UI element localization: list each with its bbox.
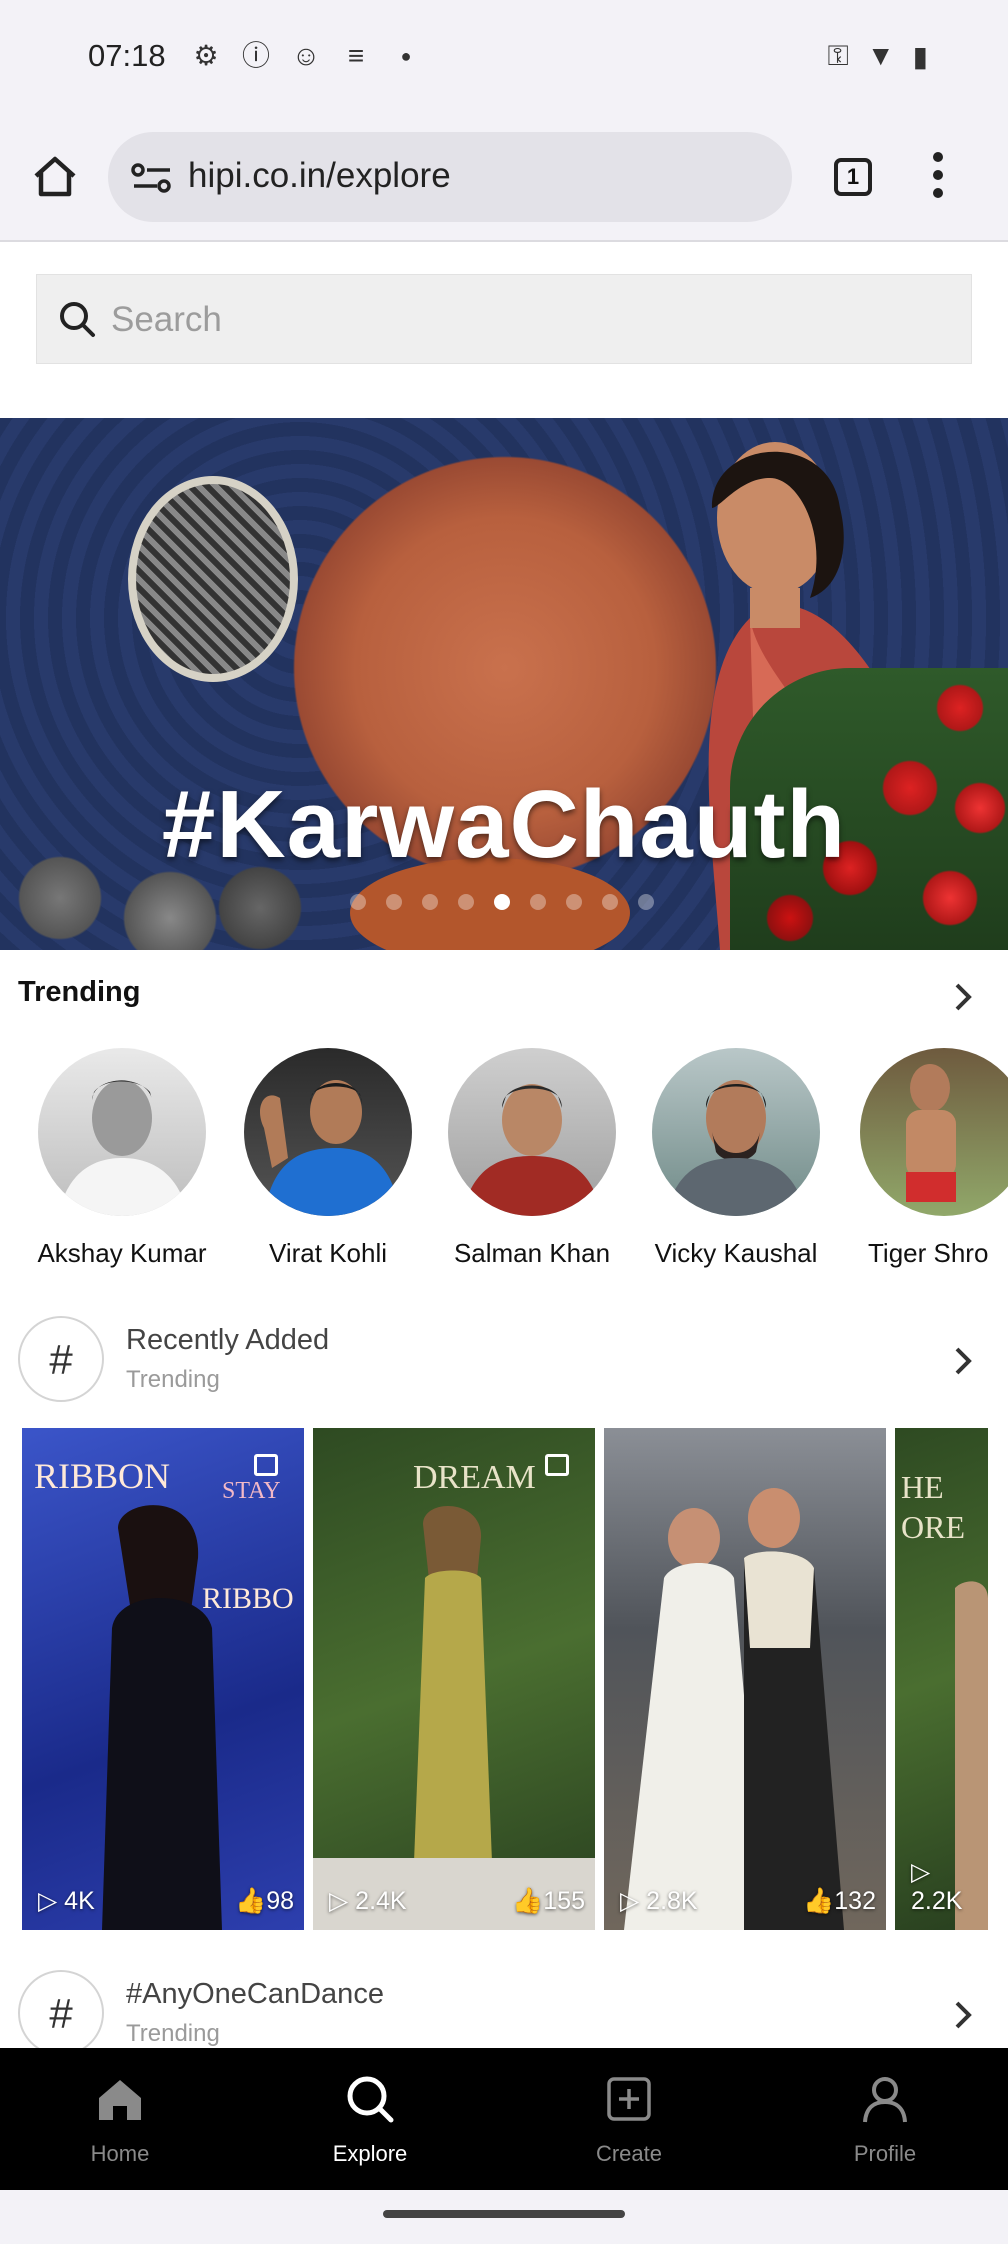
carousel-dots bbox=[350, 894, 654, 910]
creator-name: Tiger Shro bbox=[868, 1238, 989, 1268]
status-system-icons: ⚿ ▼ ▮ bbox=[828, 40, 928, 73]
video-thumbnail[interactable]: DREAM ▷ 2.4K 👍155 bbox=[313, 1428, 595, 1930]
nav-label: Create bbox=[595, 2141, 663, 2166]
shopping-bag-icon bbox=[254, 1454, 278, 1476]
plus-square-icon bbox=[607, 2077, 651, 2121]
nav-profile[interactable]: Profile bbox=[815, 2072, 955, 2167]
bottom-navigation: Home Explore Create Profile bbox=[0, 2048, 1008, 2190]
carousel-dot[interactable] bbox=[566, 894, 582, 910]
svg-text:STAY: STAY bbox=[222, 1478, 281, 1504]
hashtag-icon: # bbox=[18, 1316, 104, 1402]
signal-app-icon: ≡ bbox=[347, 40, 365, 71]
svg-text:RIBBON: RIBBON bbox=[34, 1456, 170, 1496]
svg-text:ORE: ORE bbox=[901, 1509, 965, 1545]
status-notification-icons: ⚙ ⓘ ☺ ≡ ● bbox=[190, 40, 422, 72]
site-settings-icon[interactable] bbox=[130, 162, 174, 194]
carousel-dot[interactable] bbox=[638, 894, 654, 910]
nav-create[interactable]: Create bbox=[559, 2072, 699, 2167]
creator-name: Virat Kohli bbox=[268, 1238, 388, 1268]
carousel-dot[interactable] bbox=[494, 894, 510, 910]
creator-salman-khan[interactable]: Salman Khan bbox=[432, 1048, 632, 1269]
browser-menu-icon[interactable] bbox=[930, 152, 946, 204]
section-title: #AnyOneCanDance bbox=[126, 1978, 384, 2010]
video-thumbnail[interactable]: RIBBON STAY RIBBO ▷ 4K 👍98 bbox=[22, 1428, 304, 1930]
carousel-dot[interactable] bbox=[602, 894, 618, 910]
search-input[interactable] bbox=[109, 289, 933, 351]
hero-banner[interactable]: #KarwaChauth bbox=[0, 418, 1008, 950]
trending-title: Trending bbox=[18, 976, 141, 1008]
dot-icon: ● bbox=[400, 46, 412, 66]
hashtag-icon: # bbox=[18, 1970, 104, 2056]
sieve-illustration bbox=[128, 476, 298, 682]
trending-chevron-right-icon[interactable] bbox=[954, 982, 972, 1012]
chevron-right-icon[interactable] bbox=[954, 2000, 972, 2030]
video-likes: 👍132 bbox=[803, 1887, 876, 1915]
nav-label: Profile bbox=[853, 2141, 917, 2166]
info-icon: ⓘ bbox=[241, 40, 270, 71]
video-thumbnail[interactable]: HE ORE ▷ 2.2K bbox=[895, 1428, 988, 1930]
avatar bbox=[448, 1048, 616, 1216]
creator-virat-kohli[interactable]: Virat Kohli bbox=[228, 1048, 428, 1269]
video-views: ▷ 2.2K bbox=[911, 1858, 963, 1915]
vpn-key-icon: ⚿ bbox=[827, 40, 849, 71]
video-likes: 👍98 bbox=[235, 1887, 294, 1915]
gesture-handle[interactable] bbox=[383, 2210, 625, 2218]
svg-text:HE: HE bbox=[901, 1469, 944, 1505]
section-title: Recently Added bbox=[126, 1324, 330, 1356]
browser-toolbar: hipi.co.in/explore 1 bbox=[0, 116, 1008, 242]
video-likes: 👍155 bbox=[512, 1887, 585, 1915]
battery-icon: ▮ bbox=[912, 41, 928, 72]
carousel-dot[interactable] bbox=[458, 894, 474, 910]
search-icon bbox=[347, 2076, 394, 2123]
shopping-bag-icon bbox=[545, 1454, 569, 1476]
avatar bbox=[652, 1048, 820, 1216]
svg-text:RIBBO: RIBBO bbox=[202, 1582, 294, 1615]
avatar bbox=[244, 1048, 412, 1216]
nav-explore[interactable]: Explore bbox=[300, 2072, 440, 2167]
creator-name: Akshay Kumar bbox=[37, 1238, 207, 1268]
gesture-bar bbox=[0, 2190, 1008, 2244]
address-bar[interactable]: hipi.co.in/explore bbox=[108, 132, 792, 222]
video-thumbnail[interactable]: ▷ 2.8K 👍132 bbox=[604, 1428, 886, 1930]
wifi-icon: ▼ bbox=[866, 40, 895, 71]
chevron-right-icon[interactable] bbox=[954, 1346, 972, 1376]
carousel-dot[interactable] bbox=[386, 894, 402, 910]
search-bar[interactable] bbox=[36, 274, 972, 364]
section-subtitle: Trending bbox=[126, 1366, 220, 1393]
tab-switcher-button[interactable]: 1 bbox=[834, 158, 872, 196]
carousel-dot[interactable] bbox=[422, 894, 438, 910]
hashtag-section-recently-added[interactable]: # Recently Added Trending bbox=[18, 1316, 990, 1406]
video-views: ▷ 4K bbox=[38, 1887, 95, 1915]
home-icon[interactable] bbox=[30, 152, 80, 202]
avatar bbox=[860, 1048, 1008, 1216]
person-icon bbox=[863, 2077, 907, 2123]
carousel-dot[interactable] bbox=[350, 894, 366, 910]
creator-name: Vicky Kaushal bbox=[654, 1238, 818, 1268]
nav-home[interactable]: Home bbox=[50, 2072, 190, 2167]
creator-akshay-kumar[interactable]: Akshay Kumar bbox=[22, 1048, 222, 1269]
video-views: ▷ 2.8K bbox=[620, 1887, 698, 1915]
svg-text:DREAM: DREAM bbox=[413, 1459, 536, 1496]
url-text: hipi.co.in/explore bbox=[188, 156, 451, 195]
avatar bbox=[38, 1048, 206, 1216]
video-thumbnails: RIBBON STAY RIBBO ▷ 4K 👍98 DREAM ▷ 2.4K … bbox=[22, 1428, 988, 1930]
trending-creators: Akshay Kumar Virat Kohli Salman Khan Vic… bbox=[0, 1048, 1008, 1278]
video-views: ▷ 2.4K bbox=[329, 1887, 407, 1915]
hashtag-section-anyonecandance[interactable]: # #AnyOneCanDance Trending bbox=[18, 1970, 990, 2060]
home-icon bbox=[99, 2080, 141, 2120]
creator-name: Salman Khan bbox=[453, 1238, 611, 1268]
status-time: 07:18 bbox=[88, 38, 166, 73]
creator-vicky-kaushal[interactable]: Vicky Kaushal bbox=[636, 1048, 836, 1269]
nav-label: Explore bbox=[332, 2141, 408, 2166]
face-icon: ☺ bbox=[291, 40, 321, 71]
settings-icon: ⚙ bbox=[193, 40, 219, 71]
banner-hashtag: #KarwaChauth bbox=[161, 771, 847, 878]
section-subtitle: Trending bbox=[126, 2020, 220, 2047]
nav-label: Home bbox=[90, 2141, 150, 2166]
search-icon bbox=[60, 302, 95, 337]
creator-tiger-shroff[interactable]: Tiger Shro bbox=[844, 1048, 1008, 1269]
status-bar: 07:18 ⚙ ⓘ ☺ ≡ ● ⚿ ▼ ▮ bbox=[0, 0, 1008, 116]
carousel-dot[interactable] bbox=[530, 894, 546, 910]
